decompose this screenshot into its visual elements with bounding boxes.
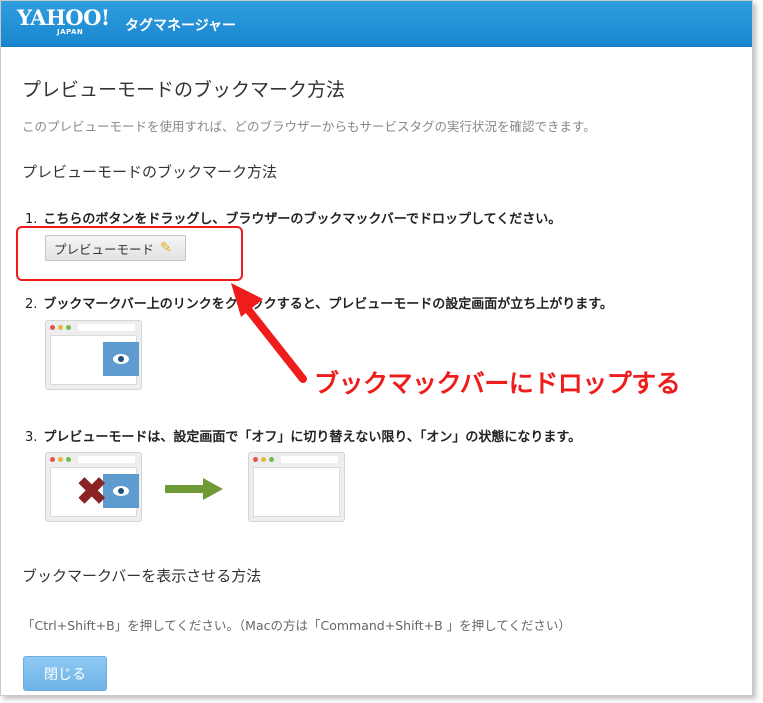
- arrow-right-icon: [165, 478, 223, 500]
- browser-illustration-step3-after: [248, 452, 345, 522]
- step-3-text: プレビューモードは、設定画面で「オフ」に切り替えない限り、「オン」の状態になりま…: [43, 430, 582, 445]
- step-2: 2. ブックマークバー上のリンクをクリックすると、プレビューモードの設定画面が立ち…: [25, 293, 613, 312]
- bookmarklet-label: プレビューモード: [54, 241, 155, 257]
- page-description: このプレビューモードを使用すれば、どのブラウザーからもサービスタグの実行状況を確…: [22, 119, 596, 134]
- annotation-arrow-icon: [231, 283, 307, 383]
- step-3: 3. プレビューモードは、設定画面で「オフ」に切り替えない限り、「オン」の状態にな…: [25, 426, 581, 445]
- step-1-text: こちらのボタンをドラッグし、ブラウザーのブックマックバーでドロップしてください。: [43, 212, 562, 227]
- yahoo-logo: YAHOO!: [17, 5, 110, 30]
- preview-bookmark-dialog: YAHOO! JAPAN タグマネージャー プレビューモードのブックマーク方法 …: [0, 0, 753, 696]
- step-1: 1. こちらのボタンをドラッグし、ブラウザーのブックマックバーでドロップしてくださ…: [25, 208, 561, 227]
- close-button[interactable]: 閉じる: [23, 656, 107, 691]
- preview-mode-bookmarklet-button[interactable]: プレビューモード ✎: [45, 235, 186, 261]
- eye-icon: [113, 486, 129, 496]
- page-title: プレビューモードのブックマーク方法: [22, 79, 346, 101]
- browser-illustration-step2: [45, 320, 142, 390]
- pencil-icon: ✎: [160, 240, 172, 256]
- product-name: タグマネージャー: [125, 18, 237, 34]
- annotation-text: ブックマックバーにドロップする: [314, 369, 681, 398]
- section-title: プレビューモードのブックマーク方法: [22, 163, 278, 181]
- step-3-number: 3.: [25, 430, 38, 445]
- eye-icon: [113, 354, 129, 364]
- cross-icon: ✖: [75, 469, 109, 515]
- step-2-text: ブックマークバー上のリンクをクリックすると、プレビューモードの設定画面が立ち上が…: [43, 297, 613, 312]
- bookmark-bar-hint: 「Ctrl+Shift+B」を押してください。（Macの方は「Command+S…: [22, 618, 571, 633]
- browser-illustration-step3-before: ✖: [45, 452, 142, 522]
- step-2-number: 2.: [25, 297, 38, 312]
- yahoo-logo-sub: JAPAN: [57, 28, 84, 36]
- step-1-number: 1.: [25, 212, 38, 227]
- preview-eye-box: [103, 342, 139, 376]
- bookmark-bar-title: ブックマークバーを表示させる方法: [22, 567, 262, 585]
- header-bar: YAHOO! JAPAN タグマネージャー: [1, 1, 752, 47]
